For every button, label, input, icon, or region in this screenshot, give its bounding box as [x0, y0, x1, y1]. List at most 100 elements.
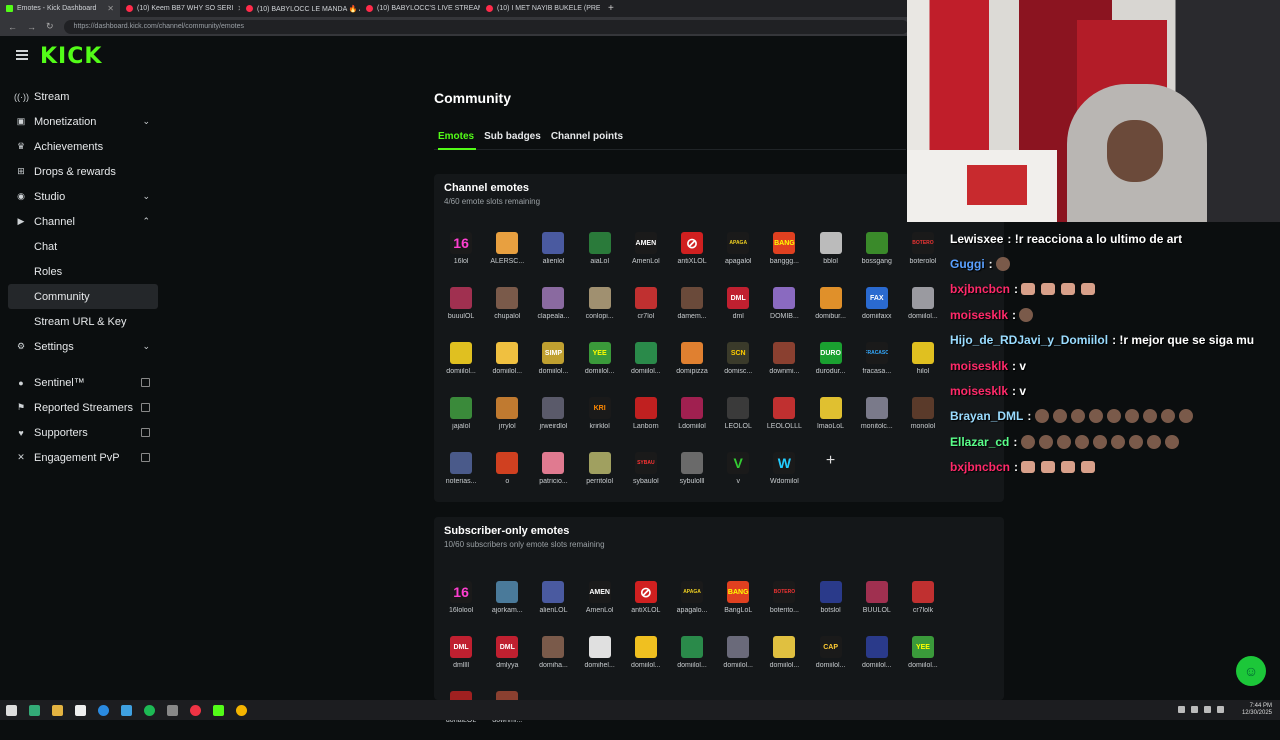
chat-username[interactable]: Hijo_de_RDJavi_y_Domiilol	[950, 333, 1108, 347]
emote-tile[interactable]: damem...	[669, 281, 715, 336]
emote-tile[interactable]: ⊘ antiXLOL	[623, 575, 669, 630]
chat-username[interactable]: moisesklk	[950, 384, 1008, 398]
sidebar-item-monetization[interactable]: ▣ Monetization ⌄	[8, 109, 158, 134]
taskbar-app-icon[interactable]	[29, 704, 40, 716]
emote-tile[interactable]: DML dml	[715, 281, 761, 336]
sidebar-item-settings[interactable]: ⚙ Settings ⌄	[8, 334, 158, 359]
browser-tab[interactable]: (10) I MET NAYIB BUKELE (PRESID✕	[480, 0, 600, 17]
reload-icon[interactable]: ↻	[46, 21, 54, 32]
emote-tile[interactable]: clapeala...	[530, 281, 576, 336]
emote-tile[interactable]: BOTERO boterito...	[761, 575, 807, 630]
emote-tile[interactable]: hilol	[900, 336, 946, 391]
emote-tile[interactable]: DML dmllll	[438, 630, 484, 685]
kick-logo[interactable]: KICK	[40, 44, 102, 69]
emote-tile[interactable]: FAX domiifaxx	[854, 281, 900, 336]
emote-tile[interactable]: jrrylol	[484, 391, 530, 446]
taskbar-app-icon[interactable]	[121, 704, 132, 716]
emote-tile[interactable]: domiilol...	[438, 336, 484, 391]
emote-tile[interactable]: monolol	[900, 391, 946, 446]
chat-username[interactable]: Lewisxee	[950, 232, 1003, 246]
emote-tile[interactable]: chupalol	[484, 281, 530, 336]
emote-tile[interactable]: domiilol...	[900, 281, 946, 336]
sidebar-subitem-community[interactable]: Community	[8, 284, 158, 309]
chat-username[interactable]: moisesklk	[950, 359, 1008, 373]
emote-tile[interactable]: Vv	[715, 446, 761, 501]
emote-tile[interactable]: jrweirdlol	[530, 391, 576, 446]
emote-tile[interactable]: DOMIB...	[761, 281, 807, 336]
tab-channel-points[interactable]: Channel points	[551, 131, 623, 142]
chat-username[interactable]: Brayan_DML	[950, 409, 1023, 423]
emote-tile[interactable]: AMEN AmenLol	[623, 226, 669, 281]
emote-tile[interactable]: ⊘ antiXLOL	[669, 226, 715, 281]
taskbar-app-icon[interactable]	[190, 704, 201, 716]
notepad-icon[interactable]	[75, 704, 86, 716]
emote-tile[interactable]: DML dmlyya	[484, 630, 530, 685]
support-chat-icon[interactable]: ☺	[1236, 656, 1266, 686]
emote-tile[interactable]: conlopi...	[577, 281, 623, 336]
emote-tile[interactable]: alienLOL	[530, 575, 576, 630]
chrome-icon[interactable]	[236, 704, 247, 716]
browser-tab[interactable]: (10) Keem BB7 WHY SO SERI✕	[120, 0, 240, 17]
emote-tile[interactable]: 16 16lol	[438, 226, 484, 281]
kick-app-icon[interactable]	[213, 704, 224, 716]
emote-tile[interactable]: FRACASO fracasa...	[854, 336, 900, 391]
emote-tile[interactable]: bblol	[808, 226, 854, 281]
emote-tile[interactable]: monitolc...	[854, 391, 900, 446]
emote-tile[interactable]: domiilol...	[623, 336, 669, 391]
emote-tile[interactable]: domibur...	[808, 281, 854, 336]
emote-tile[interactable]: bossgang	[854, 226, 900, 281]
emote-tile[interactable]: aiaLol	[577, 226, 623, 281]
emote-tile[interactable]: perritolol	[577, 446, 623, 501]
sidebar-subitem-chat[interactable]: Chat	[8, 234, 158, 259]
browser-tab[interactable]: (10) BABYLOCC'S LIVE STREAM RE✕	[360, 0, 480, 17]
sidebar-item-drops-rewards[interactable]: ⊞ Drops & rewards	[8, 159, 158, 184]
emote-tile[interactable]: DURO durodur...	[808, 336, 854, 391]
add-emote-button[interactable]: +	[808, 446, 854, 501]
emote-tile[interactable]: buuulOL	[438, 281, 484, 336]
emote-tile[interactable]: ajorkam...	[484, 575, 530, 630]
back-icon[interactable]: ←	[8, 22, 17, 32]
emote-tile[interactable]: domiilol...	[854, 630, 900, 685]
emote-tile[interactable]: LEOLOL	[715, 391, 761, 446]
tab-sub-badges[interactable]: Sub badges	[484, 131, 541, 142]
emote-tile[interactable]: CAP domiilol...	[808, 630, 854, 685]
emote-tile[interactable]: BUULOL	[854, 575, 900, 630]
emote-tile[interactable]: APAGA apagalol	[715, 226, 761, 281]
sidebar-item-achievements[interactable]: ♛ Achievements	[8, 134, 158, 159]
emote-tile[interactable]: patricio...	[530, 446, 576, 501]
close-tab-icon[interactable]: ✕	[107, 4, 114, 13]
url-field[interactable]: https://dashboard.kick.com/channel/commu…	[63, 19, 909, 34]
emote-tile[interactable]: o	[484, 446, 530, 501]
browser-tab[interactable]: (10) BABYLOCC LE MANDA 🔥 A✕	[240, 0, 360, 17]
emote-tile[interactable]: SCN domisc...	[715, 336, 761, 391]
browser-tab[interactable]: Emotes - Kick Dashboard ✕	[0, 0, 120, 17]
new-tab-button[interactable]: +	[600, 3, 622, 14]
emote-tile[interactable]: cr7lol	[623, 281, 669, 336]
emote-tile[interactable]: sybulolll	[669, 446, 715, 501]
sidebar-item-engagement-pvp[interactable]: ✕ Engagement PvP	[8, 445, 158, 470]
emote-tile[interactable]: domiilol...	[623, 630, 669, 685]
emote-tile[interactable]: 16 16lolool	[438, 575, 484, 630]
emote-tile[interactable]: BOTERO boterolol	[900, 226, 946, 281]
emote-tile[interactable]: Ldomiilol	[669, 391, 715, 446]
emote-tile[interactable]: domiilol...	[484, 336, 530, 391]
emote-tile[interactable]: domiilol...	[761, 630, 807, 685]
sidebar-item-sentinel-[interactable]: ● Sentinel™	[8, 370, 158, 395]
hamburger-menu-icon[interactable]	[16, 50, 28, 60]
emote-tile[interactable]: cr7lolk	[900, 575, 946, 630]
emote-tile[interactable]: SIMP domiilol...	[530, 336, 576, 391]
emote-tile[interactable]: ALERSC...	[484, 226, 530, 281]
edge-icon[interactable]	[98, 704, 109, 716]
file-explorer-icon[interactable]	[52, 704, 63, 716]
taskbar-app-icon[interactable]	[167, 704, 178, 716]
emote-tile[interactable]: botslol	[808, 575, 854, 630]
emote-tile[interactable]: YEE domiilol...	[900, 630, 946, 685]
chat-username[interactable]: Guggi	[950, 257, 985, 271]
emote-tile[interactable]: noterias...	[438, 446, 484, 501]
emote-tile[interactable]: domihel...	[577, 630, 623, 685]
emote-tile[interactable]: lmaoLoL	[808, 391, 854, 446]
forward-icon[interactable]: →	[27, 22, 36, 32]
sidebar-item-studio[interactable]: ◉ Studio ⌄	[8, 184, 158, 209]
sidebar-subitem-roles[interactable]: Roles	[8, 259, 158, 284]
emote-tile[interactable]: downmi...	[761, 336, 807, 391]
